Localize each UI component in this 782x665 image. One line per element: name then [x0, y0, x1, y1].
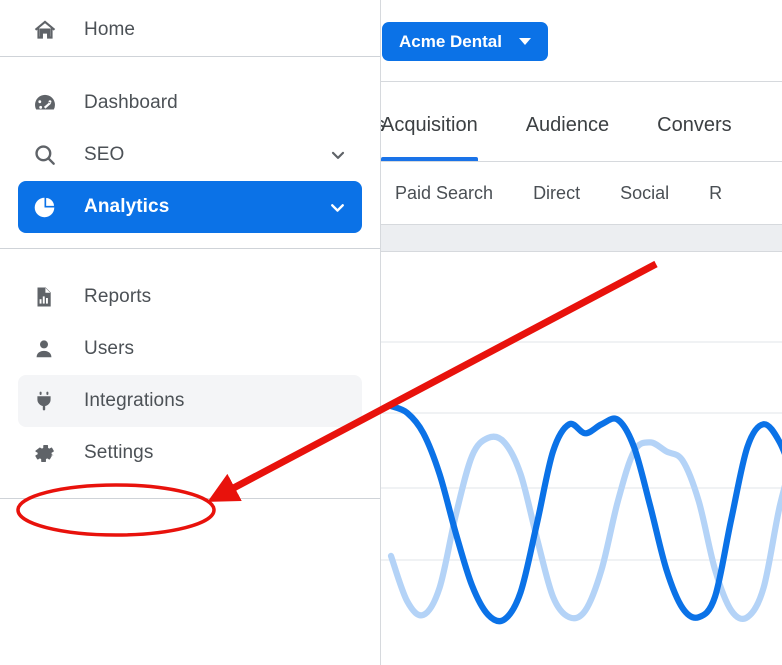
- sidebar-group-management: Reports Users Integrations Settings: [0, 249, 380, 479]
- chevron-down-icon: [518, 38, 531, 45]
- tab-conversions[interactable]: Convers: [657, 82, 731, 161]
- sidebar-item-dashboard[interactable]: Dashboard: [18, 77, 362, 129]
- sidebar-item-label: Users: [84, 338, 135, 359]
- sidebar-group-analytics: Dashboard SEO Analytics: [0, 57, 380, 233]
- top-bar: Acme Dental: [381, 0, 782, 82]
- sidebar-item-settings[interactable]: Settings: [18, 427, 362, 479]
- search-icon: [32, 142, 62, 168]
- sidebar-navigation: Home Dashboard SEO Analytics Reports Use…: [0, 0, 381, 665]
- chart-series-line: [387, 433, 782, 622]
- person-icon: [32, 337, 62, 361]
- sidebar-item-label: Settings: [84, 442, 154, 463]
- home-icon: [32, 17, 62, 43]
- chevron-down-icon[interactable]: [327, 197, 348, 218]
- power-plug-icon: [32, 389, 62, 413]
- sidebar-item-analytics[interactable]: Analytics: [18, 181, 362, 233]
- pie-chart-icon: [32, 195, 62, 220]
- subtab-social[interactable]: Social: [620, 183, 669, 204]
- analytics-chart: [381, 252, 782, 635]
- sidebar-item-label: Analytics: [84, 196, 170, 217]
- tab-audience[interactable]: Audience: [526, 82, 609, 161]
- subtab-direct[interactable]: Direct: [533, 183, 580, 204]
- chevron-down-icon[interactable]: [328, 145, 348, 165]
- sidebar-item-label: Home: [84, 19, 136, 40]
- sidebar-item-label: Integrations: [84, 390, 185, 411]
- secondary-tab-bar: Paid Search Direct Social R: [381, 162, 782, 225]
- subtab-paid-search[interactable]: Paid Search: [395, 183, 493, 204]
- tab-acquisition[interactable]: Acquisition: [381, 82, 478, 161]
- sidebar-item-integrations[interactable]: Integrations: [18, 375, 362, 427]
- report-document-icon: [32, 285, 62, 309]
- sidebar-item-users[interactable]: Users: [18, 323, 362, 375]
- main-content: Acme Dental s Acquisition Audience Conve…: [381, 0, 782, 665]
- speedometer-icon: [32, 90, 62, 116]
- sidebar-group-primary: Home: [0, 0, 380, 56]
- sidebar-item-home[interactable]: Home: [18, 4, 362, 56]
- sidebar-divider: [0, 498, 380, 499]
- chart-canvas: [381, 341, 782, 625]
- sidebar-item-seo[interactable]: SEO: [18, 129, 362, 181]
- app-window: Home Dashboard SEO Analytics Reports Use…: [0, 0, 782, 665]
- organization-name-label: Acme Dental: [399, 31, 502, 51]
- primary-tab-bar: s Acquisition Audience Convers: [381, 82, 782, 162]
- sidebar-item-reports[interactable]: Reports: [18, 271, 362, 323]
- sidebar-item-label: Dashboard: [84, 92, 178, 113]
- gear-icon: [32, 441, 62, 466]
- organization-selector-button[interactable]: Acme Dental: [382, 22, 548, 61]
- subtab-referral[interactable]: R: [709, 183, 722, 204]
- toolbar-strip: [381, 225, 782, 252]
- sidebar-item-label: Reports: [84, 286, 152, 307]
- sidebar-item-label: SEO: [84, 144, 125, 165]
